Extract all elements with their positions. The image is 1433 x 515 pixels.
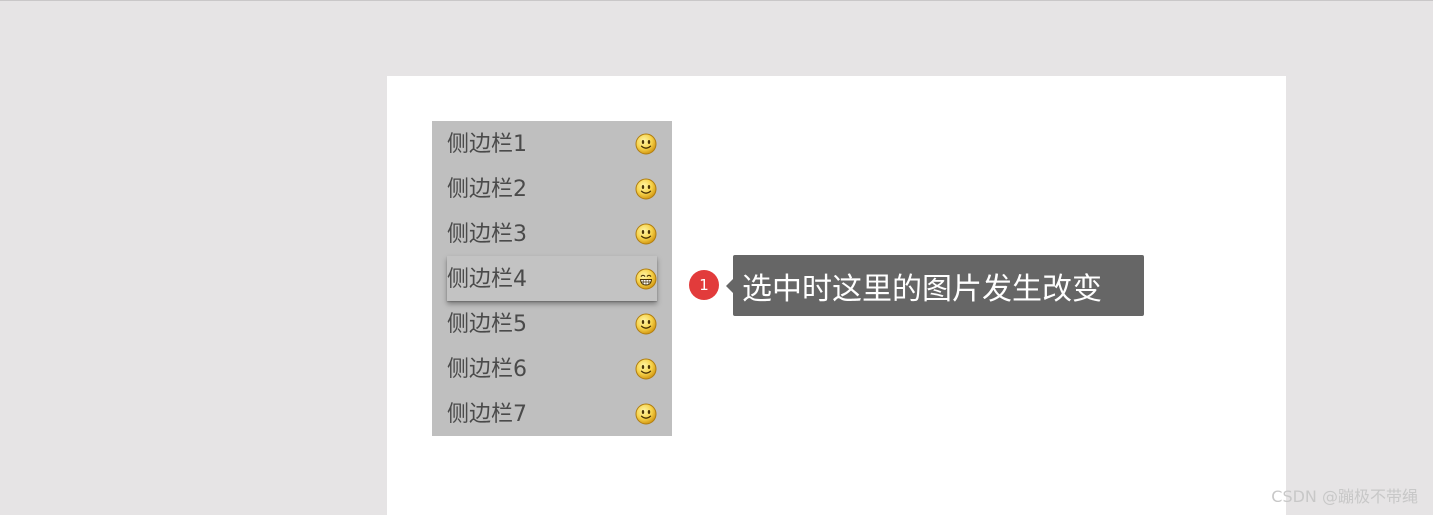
sidebar-item-3[interactable]: 侧边栏3 [447,211,657,256]
window-top-border [0,0,1433,1]
sidebar-item-label: 侧边栏7 [447,401,527,427]
smile-face-icon [635,358,657,380]
sidebar-item-label: 侧边栏3 [447,221,527,247]
smile-face-icon [635,403,657,425]
sidebar-item-label: 侧边栏6 [447,356,527,382]
preview-canvas: 侧边栏1 侧边栏2 侧边栏3 侧边栏4 侧边栏5 侧边栏6 侧边栏7 1 选中时… [387,76,1286,515]
callout-arrow [726,279,733,293]
smile-face-icon [635,223,657,245]
sidebar-item-label: 侧边栏4 [447,266,527,292]
sidebar-item-1[interactable]: 侧边栏1 [447,121,657,166]
sidebar-item-4[interactable]: 侧边栏4 [447,256,657,301]
annotation-number-badge: 1 [689,270,719,300]
smile-face-icon [635,313,657,335]
watermark: CSDN @蹦极不带绳 [1271,487,1418,506]
sidebar: 侧边栏1 侧边栏2 侧边栏3 侧边栏4 侧边栏5 侧边栏6 侧边栏7 [432,121,672,436]
sidebar-item-5[interactable]: 侧边栏5 [447,301,657,346]
sidebar-item-2[interactable]: 侧边栏2 [447,166,657,211]
smile-face-icon [635,178,657,200]
sidebar-item-6[interactable]: 侧边栏6 [447,346,657,391]
sidebar-item-label: 侧边栏1 [447,131,527,157]
grin-face-icon [635,268,657,290]
annotation-callout: 选中时这里的图片发生改变 [726,255,1144,316]
sidebar-item-7[interactable]: 侧边栏7 [447,391,657,436]
sidebar-item-label: 侧边栏2 [447,176,527,202]
annotation-text: 选中时这里的图片发生改变 [742,271,1102,307]
smile-face-icon [635,133,657,155]
sidebar-item-label: 侧边栏5 [447,311,527,337]
